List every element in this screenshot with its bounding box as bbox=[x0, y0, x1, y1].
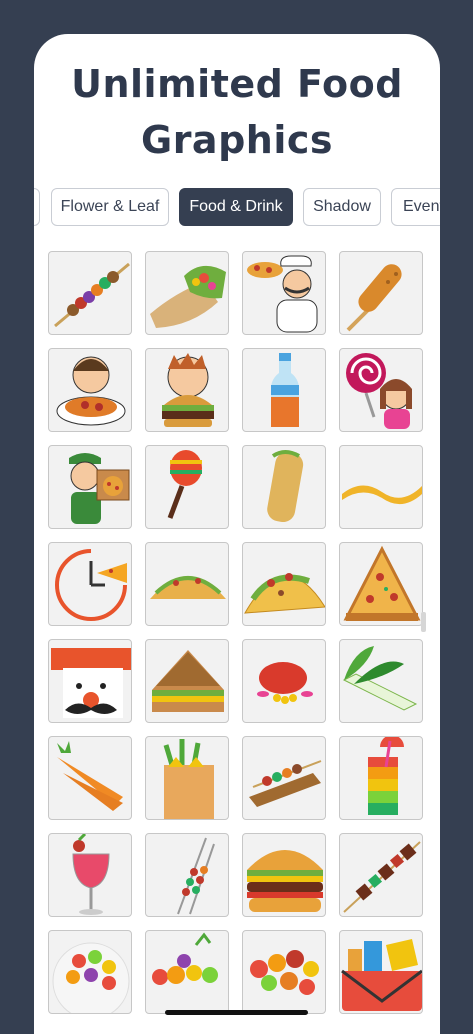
tab-previous[interactable] bbox=[34, 188, 40, 226]
tab-shadow[interactable]: Shadow bbox=[303, 188, 381, 226]
tab-food-drink[interactable]: Food & Drink bbox=[179, 188, 293, 226]
page-title: Unlimited Food Graphics bbox=[34, 56, 440, 168]
tab-flower-leaf[interactable]: Flower & Leaf bbox=[51, 188, 169, 226]
graphic-chef-mustache[interactable] bbox=[48, 639, 132, 723]
graphic-skewers-on-board[interactable] bbox=[242, 736, 326, 820]
graphic-boy-eating-spaghetti[interactable] bbox=[48, 348, 132, 432]
title-line-1: Unlimited Food bbox=[71, 62, 403, 106]
category-tabs: Flower & Leaf Food & Drink Shadow Events bbox=[34, 188, 440, 228]
graphic-cheese-stretch[interactable] bbox=[339, 445, 423, 529]
graphic-taco-loaded[interactable] bbox=[242, 542, 326, 626]
tab-events[interactable]: Events bbox=[391, 188, 440, 226]
graphic-maraca[interactable] bbox=[145, 445, 229, 529]
graphic-pizza-delivery-boy[interactable] bbox=[48, 445, 132, 529]
graphic-taco[interactable] bbox=[145, 542, 229, 626]
graphic-sandwich[interactable] bbox=[145, 639, 229, 723]
graphic-leek[interactable] bbox=[339, 639, 423, 723]
graphic-carrots[interactable] bbox=[48, 736, 132, 820]
graphic-fruit-pile[interactable] bbox=[145, 930, 229, 1014]
graphic-burrito-wrap[interactable] bbox=[145, 251, 229, 335]
graphic-fruit-assortment[interactable] bbox=[242, 930, 326, 1014]
graphic-soda-bottle[interactable] bbox=[242, 348, 326, 432]
graphic-grocery-bag[interactable] bbox=[145, 736, 229, 820]
graphic-rainbow-drink[interactable] bbox=[339, 736, 423, 820]
graphic-grocery-basket[interactable] bbox=[339, 930, 423, 1014]
home-indicator[interactable] bbox=[165, 1010, 308, 1015]
graphic-corn-dog[interactable] bbox=[339, 251, 423, 335]
title-line-2: Graphics bbox=[141, 118, 333, 162]
graphic-meat-dish[interactable] bbox=[242, 639, 326, 723]
graphic-two-skewers[interactable] bbox=[145, 833, 229, 917]
graphic-burrito[interactable] bbox=[242, 445, 326, 529]
graphic-fruit-bowl[interactable] bbox=[48, 930, 132, 1014]
graphic-cocktail-glass[interactable] bbox=[48, 833, 132, 917]
graphic-pizza-slice[interactable] bbox=[339, 542, 423, 626]
scroll-indicator bbox=[421, 612, 426, 632]
graphic-burger[interactable] bbox=[242, 833, 326, 917]
graphic-chef-with-pizza[interactable] bbox=[242, 251, 326, 335]
graphic-girl-with-lollipop[interactable] bbox=[339, 348, 423, 432]
graphic-kebab-skewer[interactable] bbox=[48, 251, 132, 335]
content-card: Unlimited Food Graphics Flower & Leaf Fo… bbox=[34, 34, 440, 1034]
graphic-boy-eating-burger[interactable] bbox=[145, 348, 229, 432]
graphic-meat-skewer[interactable] bbox=[339, 833, 423, 917]
graphic-clock-pizza[interactable] bbox=[48, 542, 132, 626]
